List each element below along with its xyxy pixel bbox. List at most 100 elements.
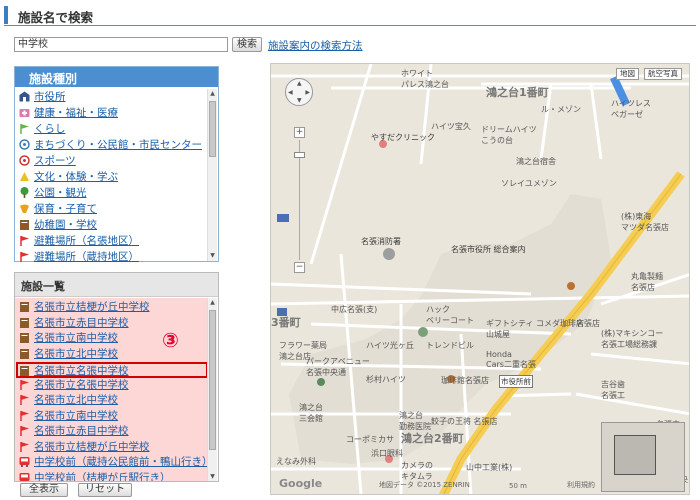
map-label: えなみ外科: [276, 457, 316, 466]
scroll-down-icon[interactable]: ▼: [208, 251, 217, 261]
facility-type-label: 公園・観光: [34, 187, 87, 199]
map-label: ホワイト パレス鴻之台: [401, 69, 449, 89]
map-label: コーポミカサ: [346, 435, 394, 444]
facility-item-label: 名張市立赤目中学校: [34, 316, 129, 329]
facility-type-label: 文化・体験・学ぶ: [34, 171, 118, 183]
map-label: 鴻之台 三会館: [299, 403, 323, 423]
facility-list-scrollbar[interactable]: ▲ ▼: [207, 298, 217, 481]
facility-item-label: 名張市立名張中学校: [34, 365, 129, 377]
facility-item[interactable]: 中学校前（桔梗が丘駅行き）: [19, 471, 171, 481]
evacuation-flag-icon: [19, 425, 30, 436]
map-label: ドリームハイツ こうの台: [481, 125, 537, 145]
map-label: 餃子の王将 名張店: [431, 417, 498, 426]
pan-control[interactable]: ▲ ▼ ◀ ▶: [285, 78, 313, 106]
zoom-slider-thumb[interactable]: [294, 152, 305, 158]
facility-item[interactable]: 名張市立赤目中学校: [19, 424, 129, 440]
map-label: 浜口眼科: [371, 449, 403, 458]
map-label: ギフトシティ 山城屋: [486, 319, 534, 339]
zoom-slider-track[interactable]: [299, 140, 300, 260]
facility-item[interactable]: 名張市立南中学校: [19, 409, 118, 425]
school-icon: [19, 365, 30, 376]
pan-down-icon[interactable]: ▼: [297, 97, 302, 104]
childcare-icon: [19, 203, 30, 214]
evacuation-flag-icon: [19, 394, 30, 405]
show-all-button[interactable]: 全表示: [20, 483, 68, 497]
scroll-up-icon[interactable]: ▲: [208, 298, 217, 308]
overview-map[interactable]: [601, 422, 685, 492]
facility-item-label: 名張市立南中学校: [34, 332, 118, 344]
evacuation-flag-icon: [19, 410, 30, 421]
facility-type-item[interactable]: 文化・体験・学ぶ: [19, 169, 205, 185]
facility-item[interactable]: 名張市立南中学校: [19, 331, 118, 347]
scroll-down-icon[interactable]: ▼: [208, 472, 217, 481]
facility-list-panel: 施設一覧 名張市立桔梗が丘中学校 名張市立赤目中学校 名張市立南中学校 名張市立北中学…: [14, 272, 219, 482]
facility-item[interactable]: 名張市立北中学校: [19, 347, 118, 363]
facility-type-label: 市役所: [34, 91, 66, 103]
map-label: 名張市役所 総合案内: [451, 245, 526, 254]
map-label: 珈琲館名張店: [441, 376, 489, 385]
header-accent-bar: [4, 6, 8, 24]
facility-type-label: まちづくり・公民館・市民センター: [34, 139, 202, 151]
facility-item-selected[interactable]: 名張市立名張中学校: [16, 362, 208, 378]
sports-icon: [19, 155, 30, 166]
facility-item-label: 名張市立名張中学校: [34, 378, 129, 391]
facility-type-label: 健康・福祉・医療: [34, 107, 118, 119]
facility-type-item[interactable]: まちづくり・公民館・市民センター: [19, 137, 205, 153]
evacuation-flag-icon: [19, 251, 30, 262]
pan-left-icon[interactable]: ◀: [288, 89, 293, 96]
search-button[interactable]: 検索: [232, 37, 262, 52]
facility-type-item[interactable]: 公園・観光: [19, 185, 205, 201]
facility-type-item[interactable]: 保育・子育て: [19, 201, 205, 217]
facility-type-item[interactable]: くらし: [19, 121, 205, 137]
map-label: 鴻之台2番町: [401, 432, 464, 445]
facility-item[interactable]: 名張市立北中学校: [19, 393, 118, 409]
map-view[interactable]: 地図 航空写真 ▲ ▼ ◀ ▶ + − 鴻之台1番町 鴻之台2番町 3番町 ホワイト …: [270, 63, 690, 495]
map-label: ハイツ光ヶ丘: [366, 341, 414, 350]
map-label: 杉村ハイツ: [366, 375, 406, 384]
facility-item-label: 名張市立北中学校: [34, 347, 118, 360]
scroll-up-icon[interactable]: ▲: [208, 89, 217, 99]
facility-types-list: 市役所健康・福祉・医療 くらしまちづくり・公民館・市民センタースポーツ文化・体験・…: [19, 89, 205, 265]
facility-types-title: 施設種別: [15, 67, 218, 87]
zoom-out-button[interactable]: −: [294, 262, 305, 273]
facility-item[interactable]: 名張市立桔梗が丘中学校: [19, 440, 150, 456]
zoom-in-button[interactable]: +: [294, 127, 305, 138]
reset-button[interactable]: リセット: [78, 483, 132, 497]
facility-type-item[interactable]: 市役所: [19, 89, 205, 105]
facility-item[interactable]: 名張市立赤目中学校: [19, 316, 129, 332]
map-label: トレンドビル: [426, 341, 474, 350]
facility-item[interactable]: 名張市立桔梗が丘中学校: [19, 300, 150, 316]
map-type-map[interactable]: 地図: [616, 68, 639, 80]
facility-types-panel: 施設種別 市役所健康・福祉・医療 くらしまちづくり・公民館・市民センタースポーツ文…: [14, 66, 219, 265]
map-label: ル・メゾン: [541, 105, 581, 114]
facility-type-label: くらし: [34, 123, 66, 135]
map-terms-link[interactable]: 利用規約: [567, 480, 595, 490]
scroll-thumb[interactable]: [209, 310, 216, 450]
map-label: 市役所前: [499, 375, 533, 388]
search-help-link[interactable]: 施設案内の検索方法: [268, 38, 363, 53]
school-icon: [19, 348, 30, 359]
map-label: Honda Cars二重名張: [486, 350, 536, 369]
map-label: 中広名張(支): [331, 305, 378, 314]
overview-viewport[interactable]: [614, 435, 656, 475]
facility-type-item[interactable]: 健康・福祉・医療: [19, 105, 205, 121]
search-input[interactable]: 中学校: [14, 37, 228, 52]
map-label: 鴻之台1番町: [486, 86, 549, 99]
map-type-satellite[interactable]: 航空写真: [644, 68, 682, 80]
facility-types-scrollbar[interactable]: ▲ ▼: [207, 89, 217, 261]
facility-type-item[interactable]: 避難場所（蔵持地区）: [19, 249, 205, 265]
facility-type-item[interactable]: 幼稚園・学校: [19, 217, 205, 233]
facility-type-label: 避難場所（名張地区）: [34, 235, 139, 247]
pan-right-icon[interactable]: ▶: [305, 89, 310, 96]
map-label: ハイツ宝久: [431, 122, 471, 131]
facility-type-item[interactable]: 避難場所（名張地区）: [19, 233, 205, 249]
pan-up-icon[interactable]: ▲: [297, 80, 302, 87]
map-label: パークアベニュー 名張中央通: [306, 357, 370, 377]
facility-list-title: 施設一覧: [15, 273, 218, 297]
map-label: 鴻之台宿舎: [516, 157, 556, 166]
facility-type-item[interactable]: スポーツ: [19, 153, 205, 169]
map-label: ハイツレス ベガーゼ: [611, 99, 651, 119]
facility-item[interactable]: 名張市立名張中学校: [19, 378, 129, 394]
scroll-thumb[interactable]: [209, 101, 216, 157]
facility-item[interactable]: 中学校前（蔵持公民館前・鴨山行き）: [19, 455, 213, 471]
